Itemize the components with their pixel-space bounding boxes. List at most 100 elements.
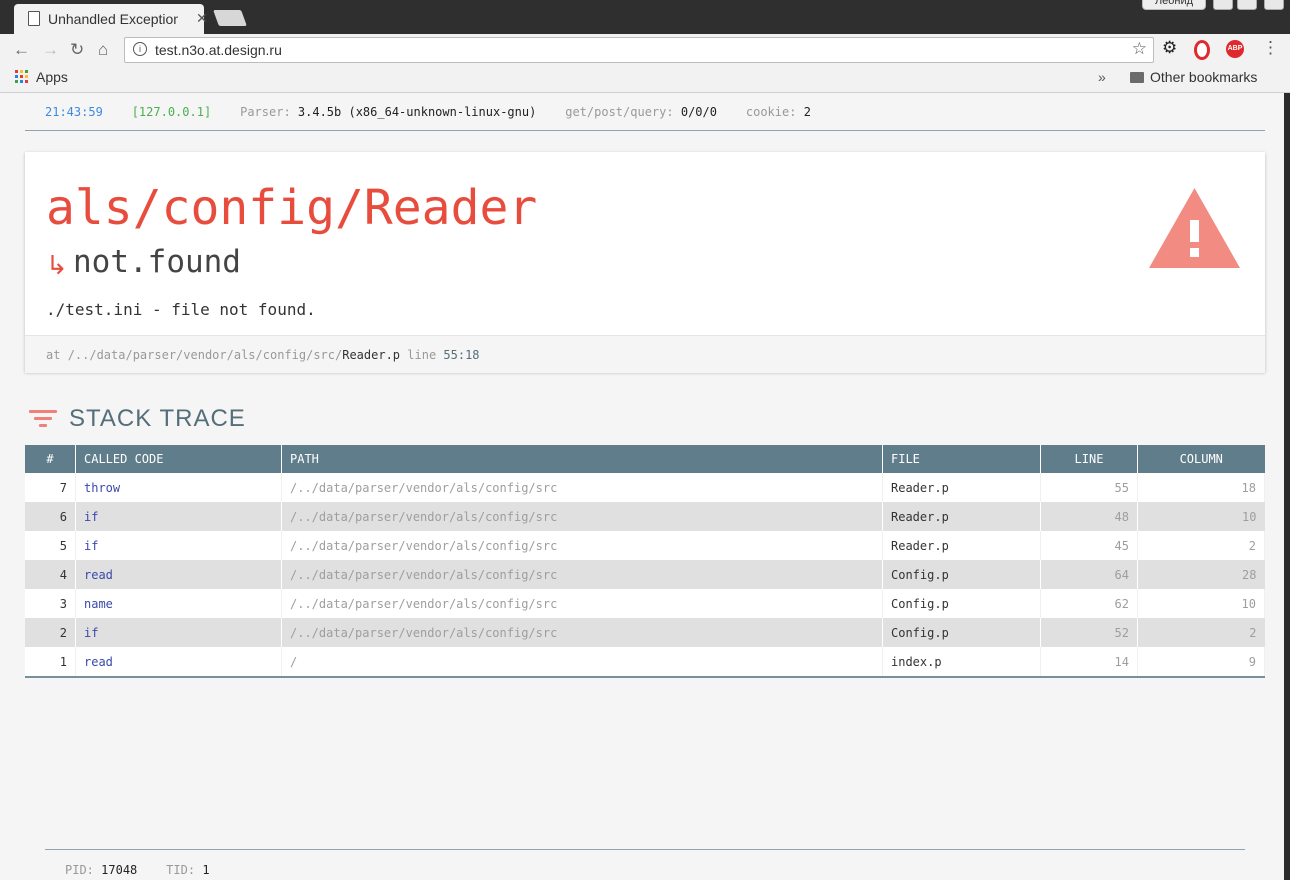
cell-file: Config.p [882,560,1041,589]
cell-called-code: name [75,589,282,618]
cell-file: Config.p [882,618,1041,647]
menu-icon[interactable]: ⋮ [1262,38,1280,57]
header-path: PATH [281,445,883,473]
cell-line: 62 [1040,589,1138,618]
cell-num: 6 [25,502,76,531]
request-time: 21:43:59 [45,105,103,119]
cell-file: Reader.p [882,473,1041,502]
cell-path: /../data/parser/vendor/als/config/src [281,589,883,618]
cell-column: 28 [1137,560,1265,589]
parser-label: Parser: [240,105,291,119]
info-icon[interactable]: i [133,42,147,56]
meta-divider [25,130,1265,131]
cell-file: Reader.p [882,531,1041,560]
cell-line: 14 [1040,647,1138,677]
error-card: als/config/Reader ↳ not.found ./test.ini… [25,152,1265,373]
cell-file: index.p [882,647,1041,677]
apps-bookmark[interactable]: Apps [36,69,68,85]
cell-line: 55 [1040,473,1138,502]
cell-num: 3 [25,589,76,618]
opera-extension-icon[interactable] [1194,40,1210,60]
table-row: 7 throw /../data/parser/vendor/als/confi… [25,473,1265,502]
cell-line: 64 [1040,560,1138,589]
cell-line: 48 [1040,502,1138,531]
table-row: 5 if /../data/parser/vendor/als/config/s… [25,531,1265,560]
header-called-code: CALLED CODE [75,445,282,473]
request-meta: 21:43:59 [127.0.0.1] Parser: 3.4.5b (x86… [45,105,811,119]
reload-icon[interactable]: ↻ [70,40,84,60]
browser-tab[interactable]: Unhandled Exception ✕ [14,4,208,34]
cell-path: /../data/parser/vendor/als/config/src [281,618,883,647]
address-bar[interactable]: i test.n3o.at.design.ru ☆ [124,37,1154,63]
tab-strip: Unhandled Exception ✕ Леонид [0,0,1290,34]
page-content: 21:43:59 [127.0.0.1] Parser: 3.4.5b (x86… [0,93,1284,880]
gear-extension-icon[interactable]: ⚙ [1162,38,1180,57]
apps-grid-icon[interactable] [15,70,28,83]
cookie-value: 2 [803,105,811,119]
profile-button[interactable]: Леонид [1142,0,1206,10]
cell-column: 10 [1137,502,1265,531]
cell-called-code: read [75,647,282,677]
at-label: at [46,348,61,362]
cell-file: Reader.p [882,502,1041,531]
cell-column: 18 [1137,473,1265,502]
gpq-value: 0/0/0 [680,105,717,119]
cookie-label: cookie: [745,105,797,119]
cell-num: 4 [25,560,76,589]
error-source: als/config/Reader [46,180,538,236]
cell-called-code: if [75,502,282,531]
stack-trace-table: # CALLED CODE PATH FILE LINE COLUMN 7 th… [25,445,1265,678]
other-bookmarks[interactable]: Other bookmarks [1150,69,1257,85]
pid-label: PID: [65,863,94,877]
at-file: Reader.p [342,348,401,362]
bookmark-star-icon[interactable]: ☆ [1132,39,1147,59]
window-edge [1284,93,1290,880]
cell-column: 2 [1137,531,1265,560]
header-line: LINE [1040,445,1138,473]
cell-path: /../data/parser/vendor/als/config/src [281,473,883,502]
pid-value: 17048 [101,863,138,877]
parser-value: 3.4.5b (x86_64-unknown-linux-gnu) [297,105,537,119]
line-value: 55:18 [443,348,480,362]
forward-arrow-icon[interactable]: → [42,40,59,60]
cell-called-code: read [75,560,282,589]
line-label: line [407,348,437,362]
new-tab-button[interactable] [213,10,247,26]
back-arrow-icon[interactable]: ← [13,40,30,60]
cell-line: 52 [1040,618,1138,647]
cell-path: / [281,647,883,677]
header-column: COLUMN [1137,445,1265,473]
error-type: not.found [73,244,241,280]
error-message: ./test.ini - file not found. [46,300,316,319]
cell-line: 45 [1040,531,1138,560]
cell-num: 5 [25,531,76,560]
cell-num: 2 [25,618,76,647]
cell-num: 1 [25,647,76,677]
cell-column: 2 [1137,618,1265,647]
table-header-row: # CALLED CODE PATH FILE LINE COLUMN [25,445,1265,473]
table-row: 2 if /../data/parser/vendor/als/config/s… [25,618,1265,647]
header-num: # [25,445,76,473]
url-text: test.n3o.at.design.ru [155,42,282,58]
table-row: 6 if /../data/parser/vendor/als/config/s… [25,502,1265,531]
close-window-button[interactable] [1264,0,1284,10]
cell-path: /../data/parser/vendor/als/config/src [281,560,883,589]
tid-label: TID: [166,863,196,877]
bookmarks-overflow[interactable]: » [1098,69,1106,85]
adblock-extension-icon[interactable]: ABP [1226,40,1244,58]
home-icon[interactable]: ⌂ [98,40,108,60]
minimize-button[interactable] [1213,0,1233,10]
close-tab-icon[interactable]: ✕ [196,10,208,27]
sort-icon [29,410,57,430]
header-file: FILE [882,445,1041,473]
warning-icon [1149,188,1240,268]
maximize-button[interactable] [1237,0,1257,10]
process-info: PID: 17048 TID: 1 [65,863,210,877]
request-ip: [127.0.0.1] [131,105,212,119]
cell-path: /../data/parser/vendor/als/config/src [281,502,883,531]
cell-called-code: if [75,618,282,647]
error-location: at /../data/parser/vendor/als/config/src… [25,335,1265,373]
folder-icon [1130,72,1144,83]
cell-path: /../data/parser/vendor/als/config/src [281,531,883,560]
gpq-label: get/post/query: [565,105,674,119]
